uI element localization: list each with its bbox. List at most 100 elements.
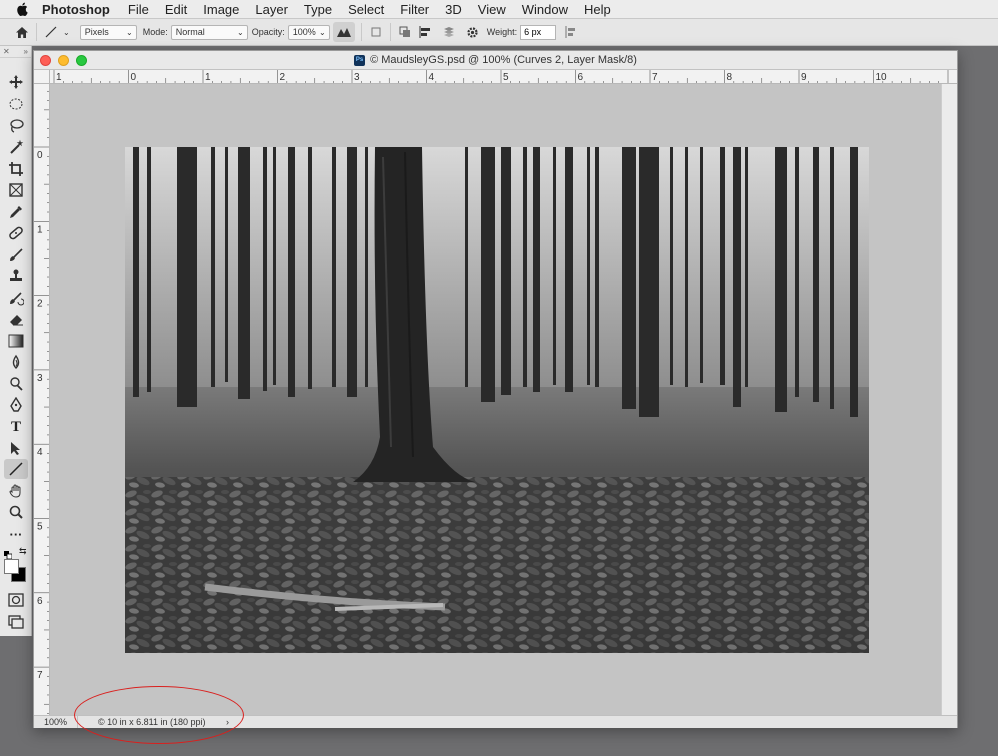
forest-photo (125, 147, 869, 653)
eraser-icon[interactable] (4, 309, 28, 329)
gradient-icon[interactable] (4, 331, 28, 351)
line-icon[interactable] (4, 459, 28, 479)
lasso-icon[interactable] (4, 116, 28, 136)
frame-icon[interactable] (4, 180, 28, 200)
blur-icon[interactable] (4, 352, 28, 372)
ruler-label: 1 (37, 224, 43, 235)
opacity-select[interactable]: 100% ⌄ (287, 24, 330, 40)
weight-label: Weight: (486, 27, 518, 37)
opacity-label: Opacity: (251, 27, 285, 37)
ruler-label: 8 (727, 72, 733, 83)
chevron-down-icon[interactable]: ⌄ (63, 28, 70, 37)
menu-window[interactable]: Window (522, 2, 568, 17)
move-icon[interactable] (4, 72, 28, 92)
foreground-color-swatch[interactable] (4, 559, 19, 574)
more-icon[interactable]: ··· (4, 524, 28, 544)
menu-help[interactable]: Help (584, 2, 611, 17)
ruler-label: 5 (37, 522, 43, 533)
document-titlebar: Ps © MaudsleyGS.psd @ 100% (Curves 2, La… (34, 51, 957, 70)
divider (360, 23, 362, 41)
ruler-label: 1 (56, 72, 62, 83)
ruler-origin[interactable] (34, 70, 50, 84)
zoom-icon[interactable] (4, 502, 28, 522)
line-tool-preset-icon[interactable] (43, 24, 59, 40)
ruler-label: 2 (37, 299, 43, 310)
weight-field[interactable] (520, 24, 557, 40)
history-brush-icon[interactable] (4, 288, 28, 308)
path-operations-icon[interactable] (397, 24, 413, 40)
menu-type[interactable]: Type (304, 2, 332, 17)
default-colors-icon[interactable] (4, 548, 13, 560)
menu-filter[interactable]: Filter (400, 2, 429, 17)
ruler-label: 5 (503, 72, 509, 83)
mode-label: Mode: (142, 27, 168, 37)
menu-layer[interactable]: Layer (255, 2, 288, 17)
ruler-label: 4 (429, 72, 435, 83)
units-select[interactable]: Pixels ⌄ (79, 24, 137, 40)
anti-alias-icon[interactable] (368, 24, 384, 40)
menu-select[interactable]: Select (348, 2, 384, 17)
align-edges-icon[interactable] (562, 24, 578, 40)
minimize-window-button[interactable] (58, 55, 69, 66)
marquee-icon[interactable] (4, 94, 28, 114)
chevron-down-icon: ⌄ (126, 27, 133, 37)
toolbox-header: ✕ » (0, 46, 31, 58)
psd-file-icon: Ps (354, 54, 366, 66)
close-window-button[interactable] (40, 55, 51, 66)
canvas-area[interactable] (50, 84, 941, 715)
magic-wand-icon[interactable] (4, 137, 28, 157)
ruler-label: 4 (37, 447, 43, 458)
chevron-down-icon: ⌄ (237, 27, 244, 37)
hand-icon[interactable] (4, 481, 28, 501)
zoom-level[interactable]: 100% (34, 716, 78, 728)
menu-bar: Photoshop File Edit Image Layer Type Sel… (0, 0, 998, 19)
menu-image[interactable]: Image (203, 2, 239, 17)
ruler-label: 10 (876, 72, 888, 83)
annotation-circle (74, 686, 244, 744)
path-alignment-icon[interactable] (417, 24, 433, 40)
type-icon[interactable]: T (4, 417, 28, 437)
ruler-label: 6 (578, 72, 584, 83)
ruler-label: 9 (801, 72, 807, 83)
dodge-icon[interactable] (4, 374, 28, 394)
screen-mode-icon[interactable] (4, 612, 28, 632)
chevron-down-icon: ⌄ (319, 27, 326, 37)
swap-colors-icon[interactable]: ⇆ (19, 546, 27, 557)
path-select-icon[interactable] (4, 438, 28, 458)
ruler-label: 3 (354, 72, 360, 83)
healing-icon[interactable] (4, 223, 28, 243)
collapse-icon[interactable]: ✕ (3, 47, 10, 56)
ruler-label: 3 (37, 373, 43, 384)
vertical-scrollbar[interactable] (941, 84, 957, 715)
ruler-label: 2 (280, 72, 286, 83)
pressure-opacity-icon[interactable] (332, 22, 355, 42)
ruler-label: 1 (205, 72, 211, 83)
ruler-label: 7 (37, 670, 43, 681)
vertical-ruler[interactable]: 0 1 2 3 4 5 6 7 (34, 84, 50, 715)
crop-icon[interactable] (4, 159, 28, 179)
mode-select[interactable]: Normal ⌄ (170, 24, 248, 40)
apple-icon[interactable] (14, 1, 30, 17)
ruler-label: 6 (37, 596, 43, 607)
eyedropper-icon[interactable] (4, 202, 28, 222)
gear-icon[interactable] (465, 24, 481, 40)
quick-mask-icon[interactable] (4, 590, 28, 610)
ruler-label: 0 (131, 72, 137, 83)
home-icon[interactable] (14, 24, 30, 40)
menu-app-name[interactable]: Photoshop (42, 2, 110, 17)
pen-icon[interactable] (4, 395, 28, 415)
document-window: Ps © MaudsleyGS.psd @ 100% (Curves 2, La… (33, 50, 958, 728)
menu-file[interactable]: File (128, 2, 149, 17)
menu-edit[interactable]: Edit (165, 2, 187, 17)
zoom-window-button[interactable] (76, 55, 87, 66)
brush-icon[interactable] (4, 245, 28, 265)
menu-3d[interactable]: 3D (445, 2, 462, 17)
ruler-label: 0 (37, 150, 43, 161)
stamp-icon[interactable] (4, 266, 28, 286)
divider (36, 23, 37, 41)
arrange-layers-icon[interactable] (441, 24, 457, 40)
menu-view[interactable]: View (478, 2, 506, 17)
expand-icon[interactable]: » (24, 47, 28, 56)
horizontal-ruler[interactable]: 1 0 1 2 3 4 5 6 7 8 9 10 (50, 70, 957, 84)
options-bar: ⌄ Pixels ⌄ Mode: Normal ⌄ Opacity: 100% ⌄ W… (0, 19, 998, 46)
